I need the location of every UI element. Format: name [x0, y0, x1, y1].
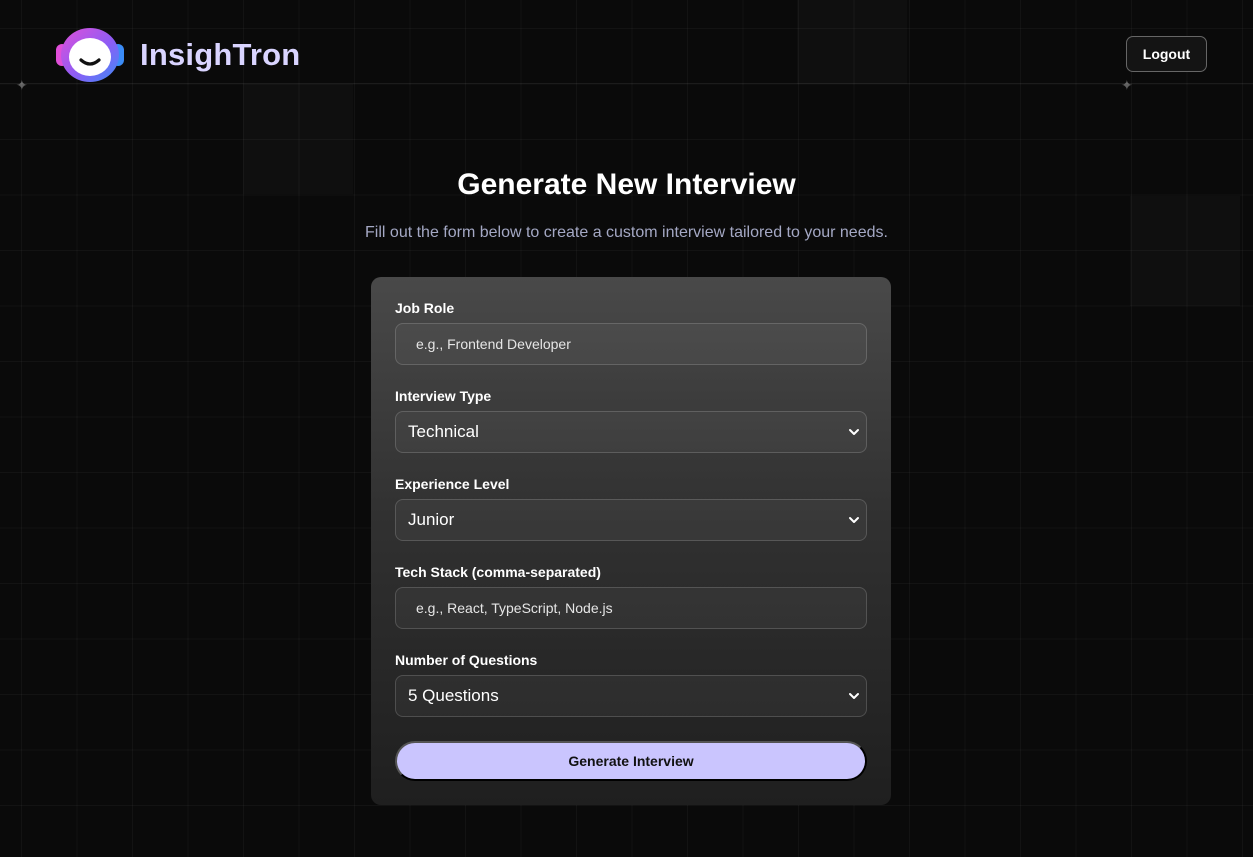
brand-name: InsighTron — [140, 37, 301, 72]
interview-form: Job Role e.g., Frontend Developer Interv… — [371, 277, 891, 805]
experience-level-label: Experience Level — [395, 476, 510, 492]
smiling-face-logo-icon — [54, 26, 126, 84]
interview-type-value: Technical — [408, 422, 479, 441]
interview-type-label: Interview Type — [395, 388, 492, 404]
job-role-placeholder: e.g., Frontend Developer — [416, 336, 571, 352]
experience-level-value: Junior — [408, 510, 455, 529]
tech-stack-label: Tech Stack (comma-separated) — [395, 564, 601, 580]
num-questions-select[interactable]: 5 Questions — [395, 675, 867, 717]
chevron-down-icon — [849, 693, 859, 699]
interview-type-select[interactable]: Technical — [395, 411, 867, 453]
chevron-down-icon — [849, 517, 859, 523]
page-subtitle: Fill out the form below to create a cust… — [365, 224, 888, 241]
generate-interview-button[interactable]: Generate Interview — [395, 741, 867, 781]
brand[interactable]: InsighTron — [54, 26, 300, 84]
logout-button[interactable]: Logout — [1126, 36, 1207, 72]
job-role-input[interactable]: e.g., Frontend Developer — [395, 323, 867, 365]
num-questions-value: 5 Questions — [408, 686, 499, 705]
tech-stack-input[interactable]: e.g., React, TypeScript, Node.js — [395, 587, 867, 629]
tech-stack-placeholder: e.g., React, TypeScript, Node.js — [416, 600, 613, 616]
num-questions-label: Number of Questions — [395, 652, 538, 668]
page-title: Generate New Interview — [457, 168, 796, 201]
experience-level-select[interactable]: Junior — [395, 499, 867, 541]
job-role-label: Job Role — [395, 300, 455, 316]
chevron-down-icon — [849, 429, 859, 435]
top-bar: InsighTron Logout — [0, 0, 1253, 84]
background-tile — [1130, 196, 1240, 306]
